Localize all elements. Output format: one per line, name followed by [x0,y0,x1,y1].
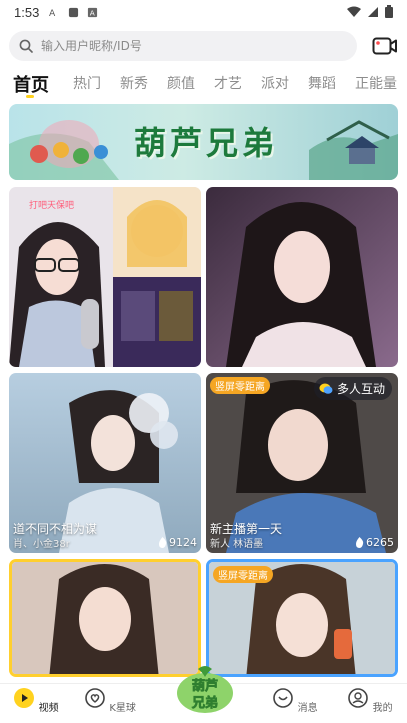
search-row [9,30,399,62]
status-time: 1:53 [14,4,40,20]
stream-card[interactable]: 打吧天保吧 [9,187,201,367]
video-icon [14,688,35,708]
nav-label: 视频 [38,703,59,714]
search-bar[interactable] [9,31,357,61]
flame-icon [159,537,167,548]
tab-party[interactable]: 派对 [261,66,289,93]
tab-new[interactable]: 新秀 [120,66,148,93]
wifi-icon [347,6,361,17]
svg-text:兄弟: 兄弟 [191,695,218,711]
streamer-name: 肖、小金38r [13,539,70,550]
nav-profile[interactable]: 我的 [342,687,398,714]
tab-hot[interactable]: 热门 [73,66,101,93]
viewer-count: 6265 [355,536,394,549]
nav-messages[interactable]: 消息 [267,687,323,714]
tab-label: 首页 [13,75,49,96]
nav-label: 我的 [372,703,393,714]
tab-positive-energy[interactable]: 正能量 [355,66,397,93]
a-notification-icon: A [88,7,98,17]
category-tabs: 首页 热门 新秀 颜值 才艺 派对 舞蹈 正能量 [0,66,407,100]
stream-card[interactable] [206,187,398,367]
nav-label: K星球 [109,703,136,714]
nav-video[interactable]: 视频 [8,687,64,714]
status-bar: 1:53 A A [0,0,407,24]
card-overlay-text: 打吧天保吧 [29,201,75,211]
stream-thumbnail [12,562,198,674]
banner-title: 葫芦兄弟 [134,124,279,162]
stream-card[interactable] [9,559,201,677]
nav-k-planet[interactable]: K星球 [82,687,138,714]
tab-looks[interactable]: 颜值 [167,66,195,93]
svg-text:A: A [49,8,56,18]
chat-bubble-icon [319,383,333,394]
flame-icon [356,537,364,548]
go-live-button[interactable] [371,33,399,59]
battery-icon [385,5,393,18]
streamer-name: 新人 林语墨 [210,539,264,550]
nav-label: 消息 [297,703,318,714]
gourd-brothers-logo-icon: 葫芦 兄弟 [177,666,233,713]
tab-talent[interactable]: 才艺 [214,66,242,93]
signal-icon [368,6,378,17]
stream-card[interactable]: 道不同不相为谋 肖、小金38r 9124 [9,373,201,553]
svg-text:葫芦: 葫芦 [192,678,218,694]
tab-home[interactable]: 首页 [13,66,49,98]
svg-text:A: A [90,8,95,17]
stream-card[interactable]: 竖屏零距离 多人互动 新主播第一天 新人 林语墨 6265 [206,373,398,553]
search-input[interactable] [41,39,321,53]
card-tag: 竖屏零距离 [210,377,270,394]
video-camera-icon [372,37,397,55]
message-icon [273,688,294,708]
font-notification-icon: A [49,8,56,18]
tab-dance[interactable]: 舞蹈 [308,66,336,93]
card-tag: 竖屏零距离 [213,566,273,583]
viewer-count-value: 9124 [169,536,197,549]
stream-thumbnail [9,187,201,367]
active-tab-indicator [26,95,34,98]
multi-interact-label: 多人互动 [336,382,385,396]
center-logo-button[interactable]: 葫芦 兄弟 [174,663,236,715]
app-notification-icon [69,7,79,17]
stream-card[interactable]: 竖屏零距离 [206,559,398,677]
promo-banner[interactable]: 葫芦兄弟 [9,104,398,180]
multi-interact-badge: 多人互动 [313,377,392,400]
profile-icon [348,688,369,708]
heart-planet-icon [85,688,105,708]
viewer-count: 9124 [158,536,197,549]
viewer-count-value: 6265 [366,536,394,549]
search-icon [19,39,33,53]
stream-thumbnail [206,187,398,367]
